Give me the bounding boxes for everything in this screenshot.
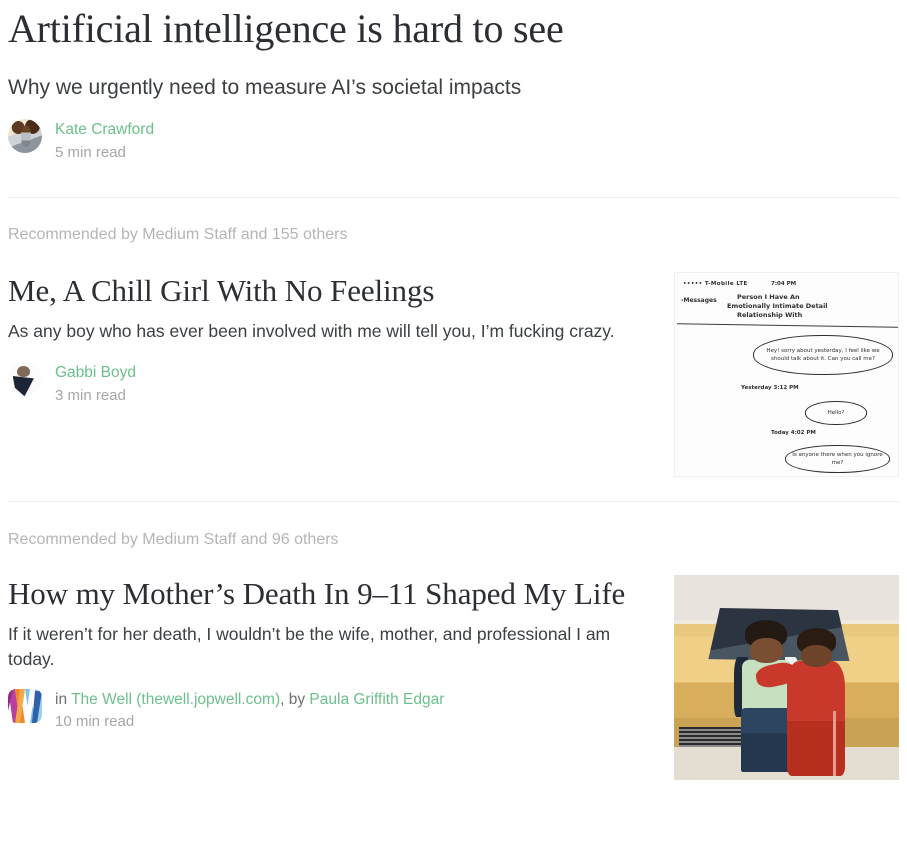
read-time: 3 min read [55,386,126,404]
article-thumbnail[interactable] [674,575,899,781]
publication-byline: in The Well (thewell.jopwell.com), by Pa… [8,688,654,734]
hero-byline: Kate Crawford 5 min read [8,119,899,164]
read-time: 10 min read [55,713,135,731]
note-header-line-2: Emotionally Intimate Detail [727,302,828,311]
article-title[interactable]: How my Mother’s Death In 9–11 Shaped My … [8,575,654,613]
author-link[interactable]: Kate Crawford [55,120,154,139]
note-status-time: 7:04 PM [771,281,797,288]
avatar[interactable] [8,119,42,154]
note-message-bubble: Is anyone there when you ignore me? [785,445,890,474]
hero-article: Artificial intelligence is hard to see W… [0,0,907,164]
publication-link[interactable]: The Well (thewell.jopwell.com) [71,691,280,708]
recommendation-body: How my Mother’s Death In 9–11 Shaped My … [8,575,899,781]
recommendation-item[interactable]: Recommended by Medium Staff and 96 other… [0,531,907,781]
note-timestamp: Today 4:02 PM [771,430,816,437]
article-thumbnail[interactable]: ••••• T-Mobile LTE 7:04 PM ‹Messages Per… [674,272,899,478]
page-subtitle: Why we urgently need to measure AI’s soc… [8,76,522,99]
note-back-label: ‹Messages [681,297,717,305]
article-excerpt: As any boy who has ever been involved wi… [8,320,615,341]
article-title[interactable]: Me, A Chill Girl With No Feelings [8,272,654,310]
recommended-by-label: Recommended by Medium Staff and 155 othe… [8,226,348,244]
publication-byline-text: in The Well (thewell.jopwell.com), by Pa… [55,689,444,734]
author-link[interactable]: Paula Griffith Edgar [309,691,444,708]
read-time: 5 min read [55,143,126,161]
medium-recommendation-feed: Artificial intelligence is hard to see W… [0,0,907,852]
byline-connector: , by [280,690,310,708]
publication-line: in The Well (thewell.jopwell.com), by Pa… [55,690,444,709]
photo-figure-child [754,628,845,777]
note-message-bubble: Hey! sorry about yesterday, I feel like … [753,335,893,376]
recommendation-body: Me, A Chill Girl With No Feelings As any… [8,272,899,478]
recommended-by-label: Recommended by Medium Staff and 96 other… [8,531,339,549]
note-timestamp: Yesterday 3:12 PM [741,385,799,392]
recommendation-text: Me, A Chill Girl With No Feelings As any… [8,272,674,407]
author-link[interactable]: Gabbi Boyd [55,363,136,382]
article-byline-text: Gabbi Boyd 3 min read [55,362,136,407]
note-header-line-3: Relationship With [737,311,803,320]
recommendation-text: How my Mother’s Death In 9–11 Shaped My … [8,575,674,733]
avatar[interactable] [8,362,42,397]
publication-prefix: in [55,690,72,708]
note-status-carrier: ••••• T-Mobile LTE [683,281,748,288]
article-excerpt: If it weren’t for her death, I wouldn’t … [8,623,611,670]
page-title: Artificial intelligence is hard to see [8,6,564,51]
note-header-line-1: Person I Have An [737,293,800,302]
article-byline: Gabbi Boyd 3 min read [8,362,654,407]
note-divider-line [677,323,898,328]
recommendation-item[interactable]: Recommended by Medium Staff and 155 othe… [0,226,907,478]
note-message-bubble: Hello? [805,401,867,426]
the-well-publication-logo-icon[interactable] [8,688,42,723]
hero-byline-text: Kate Crawford 5 min read [55,119,154,164]
